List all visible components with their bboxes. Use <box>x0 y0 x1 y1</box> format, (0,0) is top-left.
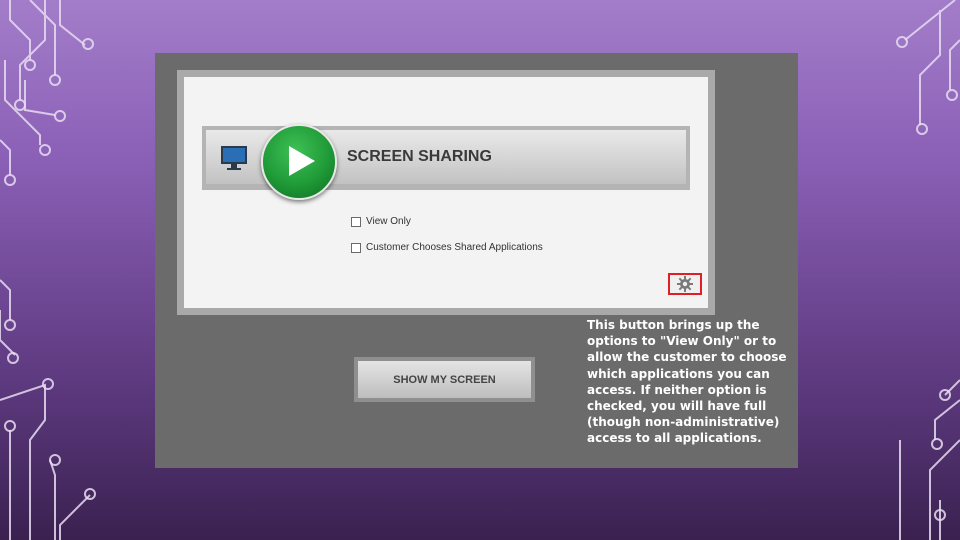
show-my-screen-button[interactable]: SHOW MY SCREEN <box>354 357 535 402</box>
screen-sharing-header: SCREEN SHARING <box>202 124 690 200</box>
view-only-label: View Only <box>366 216 411 227</box>
show-my-screen-label: SHOW MY SCREEN <box>358 361 531 398</box>
view-only-option[interactable]: View Only <box>351 216 411 227</box>
screenshot-panel: SCREEN SHARING View Only Customer Choose… <box>155 53 798 468</box>
screen-sharing-dialog: SCREEN SHARING View Only Customer Choose… <box>177 70 715 315</box>
dialog-content: SCREEN SHARING View Only Customer Choose… <box>184 77 708 308</box>
view-only-checkbox[interactable] <box>351 216 361 227</box>
customer-chooses-option[interactable]: Customer Chooses Shared Applications <box>351 242 543 253</box>
customer-chooses-checkbox[interactable] <box>351 242 361 253</box>
monitor-icon <box>220 144 248 172</box>
sharing-settings-button[interactable] <box>668 273 702 295</box>
dialog-title: SCREEN SHARING <box>347 148 492 165</box>
customer-chooses-label: Customer Chooses Shared Applications <box>366 242 543 253</box>
play-icon <box>289 146 315 176</box>
start-sharing-button[interactable] <box>261 124 337 200</box>
annotation-text: This button brings up the options to "Vi… <box>587 318 787 446</box>
gear-icon <box>677 276 693 292</box>
